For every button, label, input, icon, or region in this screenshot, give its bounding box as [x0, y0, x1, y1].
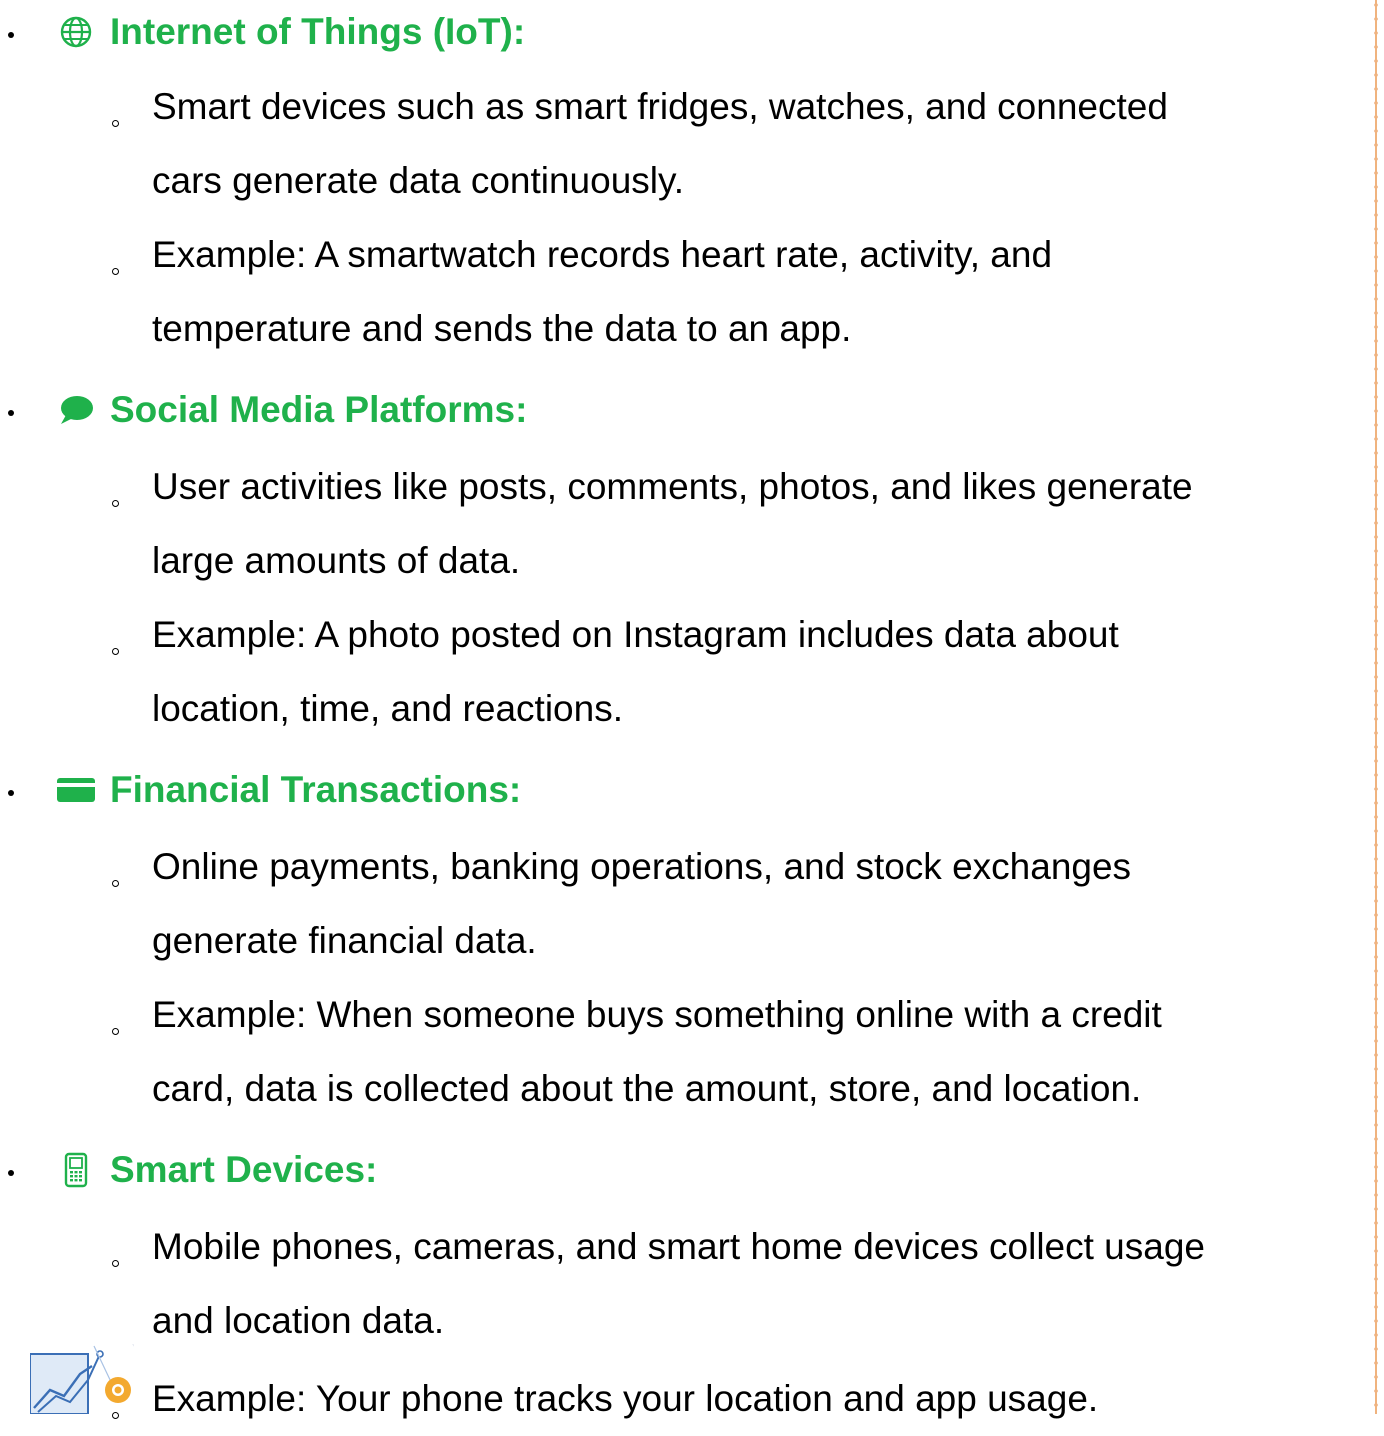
item-line: Example: A photo posted on Instagram inc…: [152, 614, 1119, 655]
section-title: Social Media Platforms:: [110, 389, 528, 430]
item-line: Mobile phones, cameras, and smart home d…: [152, 1226, 1205, 1267]
section-title: Financial Transactions:: [110, 769, 522, 810]
item-line: and location data.: [152, 1300, 445, 1341]
item-line: location, time, and reactions.: [152, 688, 623, 729]
circuit-chart-sticker-icon: [29, 1333, 181, 1415]
sub-bullet: [112, 1260, 119, 1267]
sub-bullet: [112, 500, 119, 507]
item-line: large amounts of data.: [152, 540, 521, 581]
item-line: Example: A smartwatch records heart rate…: [152, 234, 1053, 275]
sub-bullet: [112, 880, 119, 887]
sub-bullet: [112, 268, 119, 275]
item-line: Example: When someone buys something onl…: [152, 994, 1162, 1035]
sub-bullet: [112, 648, 119, 655]
sub-bullet: [112, 1028, 119, 1035]
credit-card-icon: [56, 770, 96, 810]
sub-bullet: [112, 120, 119, 127]
speech-bubble-icon: [56, 390, 96, 430]
section-title: Smart Devices:: [110, 1149, 378, 1190]
item-line: cars generate data continuously.: [152, 160, 685, 201]
bullet-dot: [8, 410, 14, 416]
decorative-page-border: [1368, 0, 1384, 1414]
section-title: Internet of Things (IoT):: [110, 11, 526, 52]
item-line: Smart devices such as smart fridges, wat…: [152, 86, 1168, 127]
section-heading: Social Media Platforms:: [0, 380, 700, 440]
item-line: Example: Your phone tracks your location…: [152, 1378, 1099, 1419]
item-line: User activities like posts, comments, ph…: [152, 466, 1193, 507]
bullet-dot: [8, 32, 14, 38]
globe-icon: [56, 12, 96, 52]
item-line: card, data is collected about the amount…: [152, 1068, 1142, 1109]
bullet-dot: [8, 790, 14, 796]
item-line: generate financial data.: [152, 920, 537, 961]
section-heading: Smart Devices:: [0, 1140, 700, 1200]
item-line: Online payments, banking operations, and…: [152, 846, 1132, 887]
section-heading: Financial Transactions:: [0, 760, 700, 820]
mobile-phone-icon: [56, 1150, 96, 1190]
item-line: temperature and sends the data to an app…: [152, 308, 852, 349]
document-page: Internet of Things (IoT): Smart devices …: [0, 0, 1384, 1419]
section-heading: Internet of Things (IoT):: [0, 2, 700, 62]
bullet-dot: [8, 1170, 14, 1176]
